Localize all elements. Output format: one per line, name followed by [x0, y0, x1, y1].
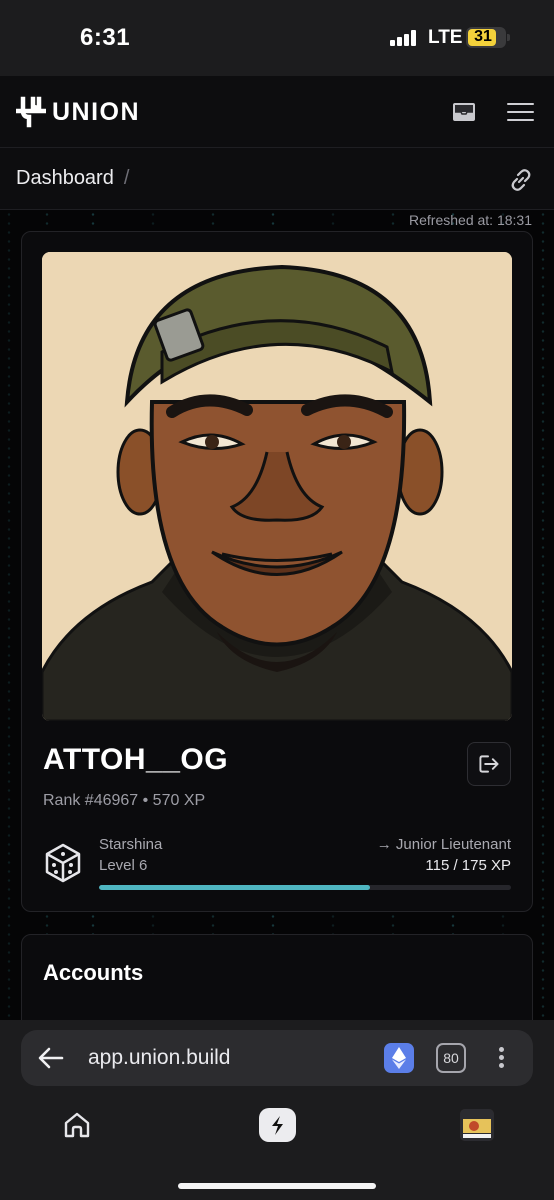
- profile-username: ATTOH__OG: [43, 743, 229, 776]
- more-options-icon[interactable]: [499, 1047, 505, 1069]
- bolt-icon: [272, 1116, 283, 1135]
- accounts-title: Accounts: [43, 960, 144, 985]
- union-logo[interactable]: UNION: [14, 94, 140, 130]
- level-number: Level 6: [99, 857, 148, 874]
- background-dot-column: [540, 210, 546, 1020]
- next-level-label: → Junior Lieutenant: [376, 836, 511, 853]
- logout-button[interactable]: [467, 742, 511, 786]
- app-thumbnail-image: [460, 1109, 494, 1141]
- app-thumbnail[interactable]: [460, 1109, 494, 1141]
- link-icon[interactable]: [508, 167, 534, 193]
- battery-level: 31: [474, 28, 492, 45]
- refreshed-timestamp: Refreshed at: 18:31: [409, 212, 532, 228]
- url-text[interactable]: app.union.build: [88, 1046, 230, 1070]
- logout-icon: [479, 755, 499, 773]
- inbox-icon[interactable]: [452, 102, 476, 122]
- back-arrow-icon[interactable]: [38, 1046, 64, 1070]
- union-logo-icon: [16, 96, 46, 128]
- home-indicator: [178, 1183, 376, 1189]
- battery-icon: 31: [466, 27, 510, 48]
- app-header: UNION: [0, 76, 554, 148]
- breadcrumb-bar: Dashboard /: [0, 148, 554, 210]
- xp-progress-fill: [99, 885, 370, 890]
- network-label: LTE: [428, 27, 463, 48]
- avatar-illustration: [42, 252, 512, 721]
- hamburger-menu-icon[interactable]: [507, 102, 534, 122]
- background-dot-column: [6, 210, 12, 1020]
- app-shortcut-button[interactable]: [259, 1108, 296, 1142]
- profile-rank: Rank #46967 • 570 XP: [43, 792, 206, 809]
- breadcrumb-separator: /: [123, 167, 130, 189]
- ethereum-extension-button[interactable]: [384, 1043, 414, 1073]
- profile-avatar: [42, 252, 512, 721]
- xp-progress-text: 115 / 175 XP: [425, 857, 511, 874]
- level-name: Starshina: [99, 836, 163, 853]
- signal-icon: [390, 30, 420, 46]
- logo-text: UNION: [52, 97, 141, 126]
- tab-count-button[interactable]: 80: [436, 1043, 466, 1073]
- level-badge-icon: [45, 843, 81, 883]
- breadcrumb: Dashboard /: [16, 167, 129, 190]
- xp-progress-bar: [99, 885, 511, 890]
- ethereum-icon: [392, 1047, 406, 1069]
- breadcrumb-dashboard[interactable]: Dashboard: [16, 167, 114, 189]
- status-time: 6:31: [80, 24, 131, 51]
- home-icon[interactable]: [62, 1110, 92, 1140]
